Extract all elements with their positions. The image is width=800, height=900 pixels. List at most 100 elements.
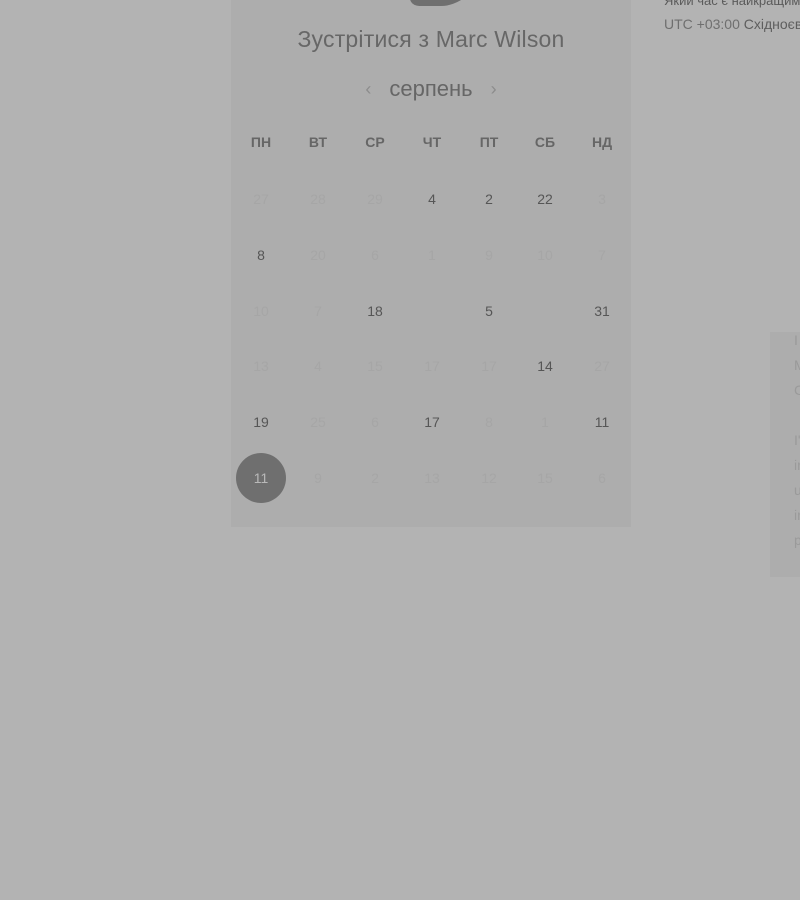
- background-faded-content: І М С І' іr u іr р: [770, 332, 800, 577]
- day-number: 4: [314, 358, 322, 374]
- day-cell: 9: [290, 450, 346, 506]
- day-cell[interactable]: 4: [404, 171, 460, 227]
- timezone-panel: Який час є найкращим? UTC +03:00 Східноє…: [664, 0, 800, 53]
- day-cell: 12: [461, 450, 517, 506]
- day-number: 4: [428, 191, 436, 207]
- day-number: 1: [541, 414, 549, 430]
- day-number: 6: [371, 247, 379, 263]
- timezone-selector[interactable]: UTC +03:00 Східноєвропейський час: [664, 16, 800, 32]
- day-cell: 20: [290, 227, 346, 283]
- weekday-label: СР: [365, 134, 385, 150]
- day-number: 22: [537, 191, 553, 207]
- day-number: 15: [537, 470, 553, 486]
- weekday-header-row: ПН ВТ СР ЧТ ПТ СБ НД: [231, 134, 631, 154]
- faded-text-fragment: р: [794, 532, 800, 548]
- day-number: 14: [537, 358, 553, 374]
- day-number: 18: [367, 303, 383, 319]
- faded-text-fragment: М: [794, 357, 800, 373]
- weekday-label: ПТ: [479, 134, 499, 150]
- day-cell: 27: [233, 171, 289, 227]
- day-number: 3: [598, 191, 606, 207]
- day-cell: 3: [574, 171, 630, 227]
- day-cell: 29: [347, 171, 403, 227]
- day-number: 27: [253, 191, 269, 207]
- day-cell: 2: [347, 450, 403, 506]
- meeting-title: Зустрітися з Marc Wilson: [297, 26, 565, 52]
- day-cell: 13: [233, 338, 289, 394]
- day-cell: 1: [404, 227, 460, 283]
- day-cell: [517, 283, 573, 339]
- faded-text-fragment: u: [794, 482, 800, 498]
- day-number: 17: [424, 358, 440, 374]
- day-cell[interactable]: 31: [574, 283, 630, 339]
- weekday-label: ПН: [250, 134, 272, 150]
- faded-text-fragment: І: [794, 332, 798, 348]
- day-cell: 10: [233, 283, 289, 339]
- faded-text-fragment: іr: [794, 507, 800, 523]
- day-cell: 6: [574, 450, 630, 506]
- day-cell: 7: [290, 283, 346, 339]
- day-number: 10: [537, 247, 553, 263]
- day-cell[interactable]: 17: [404, 394, 460, 450]
- day-number: 31: [594, 303, 610, 319]
- day-cell[interactable]: 22: [517, 171, 573, 227]
- day-cell[interactable]: 2: [461, 171, 517, 227]
- day-number: 12: [481, 470, 497, 486]
- faded-text-fragment: іr: [794, 457, 800, 473]
- day-cell: 6: [347, 394, 403, 450]
- faded-text-fragment: С: [794, 382, 800, 398]
- calendar-day-grid: 27 28 29 4 2 22 3 8 20 6 1 9 10 7 10 7 18 5 31 13 4 15 17 17 14 2…: [231, 171, 631, 507]
- day-cell[interactable]: 14: [517, 338, 573, 394]
- day-number: 29: [367, 191, 383, 207]
- day-cell: 15: [517, 450, 573, 506]
- host-avatar: [405, 0, 481, 6]
- weekday-label: НД: [591, 134, 613, 150]
- weekday-label: СБ: [534, 134, 556, 150]
- day-cell[interactable]: 8: [233, 227, 289, 283]
- day-number: 28: [310, 191, 326, 207]
- day-number: 15: [367, 358, 383, 374]
- day-number: 27: [594, 358, 610, 374]
- day-cell: [404, 283, 460, 339]
- timezone-offset: UTC +03:00: [664, 16, 740, 32]
- day-cell: 7: [574, 227, 630, 283]
- day-number: 8: [257, 247, 265, 263]
- month-label: серпень: [389, 76, 473, 101]
- day-cell: 9: [461, 227, 517, 283]
- day-cell: 10: [517, 227, 573, 283]
- chevron-left-icon[interactable]: ‹: [361, 79, 375, 100]
- chevron-right-icon[interactable]: ›: [487, 79, 501, 100]
- day-number: 11: [594, 414, 610, 430]
- calendar-card: Зустрітися з Marc Wilson ‹ серпень › ПН В…: [231, 0, 631, 527]
- weekday-label: ЧТ: [422, 134, 442, 150]
- weekday-label: ВТ: [308, 134, 328, 150]
- day-number: 11: [253, 470, 269, 486]
- day-number: 1: [428, 247, 436, 263]
- day-number: 7: [314, 303, 322, 319]
- day-cell[interactable]: 19: [233, 394, 289, 450]
- day-number: 2: [485, 191, 493, 207]
- selected-day-cell[interactable]: 11: [233, 450, 289, 506]
- month-navigation: ‹ серпень ›: [231, 74, 631, 104]
- day-number: 7: [598, 247, 606, 263]
- day-number: 17: [481, 358, 497, 374]
- day-number: 13: [253, 358, 269, 374]
- day-number: 9: [485, 247, 493, 263]
- day-cell: 17: [461, 338, 517, 394]
- day-cell: 6: [347, 227, 403, 283]
- day-cell[interactable]: 11: [574, 394, 630, 450]
- time-question: Який час є найкращим?: [664, 0, 800, 8]
- day-cell: 25: [290, 394, 346, 450]
- day-cell[interactable]: 5: [461, 283, 517, 339]
- day-number: 17: [424, 414, 440, 430]
- day-number: 8: [485, 414, 493, 430]
- day-number: 13: [424, 470, 440, 486]
- day-cell: 1: [517, 394, 573, 450]
- day-cell: 13: [404, 450, 460, 506]
- day-cell: 28: [290, 171, 346, 227]
- day-cell[interactable]: 18: [347, 283, 403, 339]
- day-number: 2: [371, 470, 379, 486]
- day-number: 6: [598, 470, 606, 486]
- day-number: 9: [314, 470, 322, 486]
- day-number: 6: [371, 414, 379, 430]
